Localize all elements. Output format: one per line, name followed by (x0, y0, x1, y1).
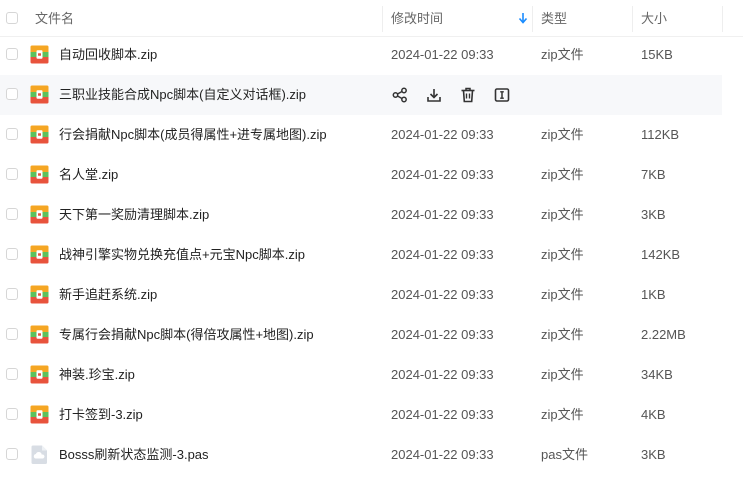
zip-file-icon (29, 44, 50, 65)
file-size: 1KB (641, 287, 666, 302)
column-divider (382, 6, 383, 32)
file-time: 2024-01-22 09:33 (391, 447, 494, 462)
zip-file-icon (29, 124, 50, 145)
generic-file-icon (29, 444, 50, 465)
column-header-name[interactable]: 文件名 (35, 0, 74, 36)
file-time: 2024-01-22 09:33 (391, 407, 494, 422)
file-size: 142KB (641, 247, 681, 262)
file-type: zip文件 (541, 127, 584, 142)
file-row[interactable]: 天下第一奖励清理脚本.zip 2024-01-22 09:33 zip文件 3KB (0, 195, 722, 235)
file-type: zip文件 (541, 327, 584, 342)
file-name[interactable]: 自动回收脚本.zip (59, 35, 157, 75)
rename-button[interactable] (493, 86, 511, 104)
file-time: 2024-01-22 09:33 (391, 47, 494, 62)
file-time: 2024-01-22 09:33 (391, 247, 494, 262)
file-row[interactable]: 三职业技能合成Npc脚本(自定义对话框).zip (0, 75, 722, 115)
zip-file-icon (29, 204, 50, 225)
row-checkbox[interactable] (6, 248, 18, 260)
row-checkbox[interactable] (6, 368, 18, 380)
file-row[interactable]: 战神引擎实物兑换充值点+元宝Npc脚本.zip 2024-01-22 09:33 z… (0, 235, 722, 275)
file-row[interactable]: 名人堂.zip 2024-01-22 09:33 zip文件 7KB (0, 155, 722, 195)
file-type: zip文件 (541, 247, 584, 262)
zip-file-icon (29, 364, 50, 385)
row-checkbox[interactable] (6, 288, 18, 300)
file-row[interactable]: 专属行会捐献Npc脚本(得倍攻属性+地图).zip 2024-01-22 09:3… (0, 315, 722, 355)
file-time: 2024-01-22 09:33 (391, 167, 494, 182)
file-time: 2024-01-22 09:33 (391, 207, 494, 222)
file-type: zip文件 (541, 407, 584, 422)
file-name[interactable]: 新手追赶系统.zip (59, 275, 157, 315)
file-name[interactable]: 专属行会捐献Npc脚本(得倍攻属性+地图).zip (59, 315, 314, 355)
file-type: zip文件 (541, 167, 584, 182)
file-type: pas文件 (541, 447, 588, 462)
file-type: zip文件 (541, 47, 584, 62)
row-checkbox[interactable] (6, 408, 18, 420)
file-time: 2024-01-22 09:33 (391, 127, 494, 142)
select-all-checkbox[interactable] (6, 12, 18, 24)
file-type: zip文件 (541, 367, 584, 382)
row-checkbox[interactable] (6, 208, 18, 220)
zip-file-icon (29, 404, 50, 425)
file-time: 2024-01-22 09:33 (391, 367, 494, 382)
column-header-type[interactable]: 类型 (541, 0, 567, 36)
zip-file-icon (29, 284, 50, 305)
file-row[interactable]: 自动回收脚本.zip 2024-01-22 09:33 zip文件 15KB (0, 35, 722, 75)
column-divider (632, 6, 633, 32)
delete-button[interactable] (459, 86, 477, 104)
file-name[interactable]: 战神引擎实物兑换充值点+元宝Npc脚本.zip (59, 235, 305, 275)
file-name[interactable]: 天下第一奖励清理脚本.zip (59, 195, 209, 235)
file-type: zip文件 (541, 207, 584, 222)
download-icon (425, 86, 443, 104)
file-name[interactable]: 神装.珍宝.zip (59, 355, 135, 395)
share-button[interactable] (391, 86, 409, 104)
file-size: 2.22MB (641, 327, 686, 342)
share-icon (391, 86, 409, 104)
column-header-size[interactable]: 大小 (641, 0, 667, 36)
row-checkbox[interactable] (6, 128, 18, 140)
file-type: zip文件 (541, 287, 584, 302)
file-name[interactable]: 名人堂.zip (59, 155, 118, 195)
sort-desc-icon[interactable] (518, 12, 528, 24)
file-size: 3KB (641, 207, 666, 222)
file-size: 112KB (641, 127, 680, 142)
file-name[interactable]: 打卡签到-3.zip (59, 395, 143, 435)
rename-icon (493, 86, 511, 104)
file-list-header: 文件名 修改时间 类型 大小 (0, 0, 743, 37)
column-divider (532, 6, 533, 32)
file-size: 4KB (641, 407, 666, 422)
file-size: 3KB (641, 447, 666, 462)
zip-file-icon (29, 244, 50, 265)
file-time: 2024-01-22 09:33 (391, 287, 494, 302)
file-time: 2024-01-22 09:33 (391, 327, 494, 342)
row-checkbox[interactable] (6, 88, 18, 100)
column-divider (722, 6, 723, 32)
row-checkbox[interactable] (6, 448, 18, 460)
file-name[interactable]: 三职业技能合成Npc脚本(自定义对话框).zip (59, 75, 306, 115)
file-size: 7KB (641, 167, 666, 182)
file-size: 34KB (641, 367, 673, 382)
file-row[interactable]: 神装.珍宝.zip 2024-01-22 09:33 zip文件 34KB (0, 355, 722, 395)
zip-file-icon (29, 324, 50, 345)
row-checkbox[interactable] (6, 328, 18, 340)
file-name[interactable]: 行会捐献Npc脚本(成员得属性+进专属地图).zip (59, 115, 327, 155)
file-row[interactable]: Bosss刷新状态监测-3.pas 2024-01-22 09:33 pas文件 3K… (0, 435, 722, 475)
download-button[interactable] (425, 86, 443, 104)
zip-file-icon (29, 84, 50, 105)
delete-icon (459, 86, 477, 104)
file-name[interactable]: Bosss刷新状态监测-3.pas (59, 435, 209, 475)
file-row[interactable]: 新手追赶系统.zip 2024-01-22 09:33 zip文件 1KB (0, 275, 722, 315)
row-checkbox[interactable] (6, 168, 18, 180)
zip-file-icon (29, 164, 50, 185)
file-row[interactable]: 行会捐献Npc脚本(成员得属性+进专属地图).zip 2024-01-22 09:… (0, 115, 722, 155)
row-checkbox[interactable] (6, 48, 18, 60)
column-header-time[interactable]: 修改时间 (391, 0, 443, 36)
file-size: 15KB (641, 47, 673, 62)
file-row[interactable]: 打卡签到-3.zip 2024-01-22 09:33 zip文件 4KB (0, 395, 722, 435)
